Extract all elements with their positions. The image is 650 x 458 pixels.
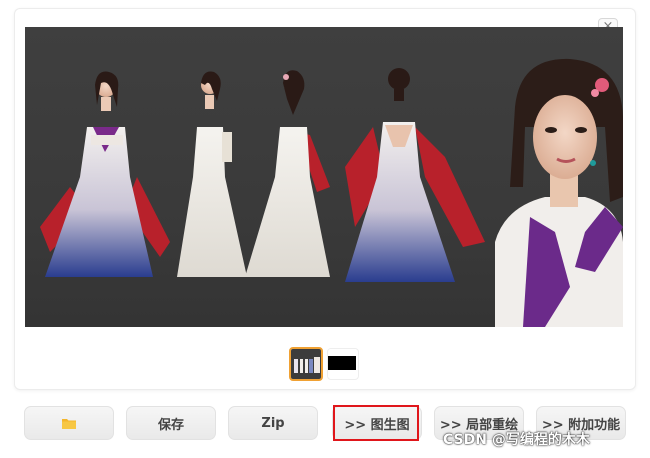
character-turnaround-illustration: [40, 58, 623, 327]
figure-side: [177, 71, 247, 277]
figure-portrait: [495, 58, 623, 327]
thumbnail-dark-icon: [328, 349, 356, 377]
folder-icon: [62, 419, 76, 429]
zip-button[interactable]: Zip: [228, 406, 318, 440]
main-image-preview[interactable]: [25, 27, 623, 327]
figure-back: [345, 68, 485, 282]
figure-back-side: [245, 70, 330, 277]
save-button[interactable]: 保存: [126, 406, 216, 440]
zip-button-label: Zip: [261, 415, 285, 431]
send-to-img2img-button[interactable]: >> 图生图: [332, 406, 422, 440]
watermark-text: CSDN @写编程的木木: [443, 432, 590, 448]
thumbnail-turnaround[interactable]: [289, 347, 323, 381]
open-folder-button[interactable]: [24, 406, 114, 440]
figure-front: [40, 71, 170, 277]
send-to-img2img-label: >> 图生图: [344, 417, 410, 433]
thumbnail-turnaround-icon: [291, 349, 321, 379]
thumbnail-dark[interactable]: [327, 348, 359, 380]
save-button-label: 保存: [157, 417, 184, 433]
